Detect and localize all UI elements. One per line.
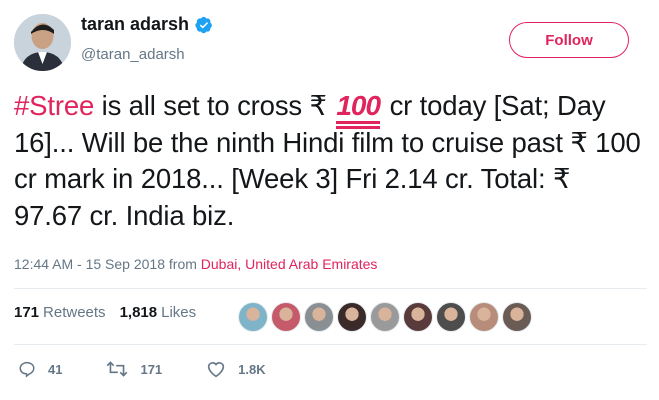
tweet-timestamp[interactable]: 12:44 AM - 15 Sep 2018 [14, 256, 165, 272]
retweet-icon [107, 361, 128, 377]
avatar-1[interactable] [238, 302, 268, 332]
liked-by-avatars [238, 302, 535, 332]
avatar-2[interactable] [271, 302, 301, 332]
retweets-label[interactable]: Retweets [43, 304, 106, 321]
author-name-row: taran adarsh [81, 14, 213, 35]
reply-icon [19, 361, 35, 378]
avatar-5[interactable] [370, 302, 400, 332]
follow-button[interactable]: Follow [509, 22, 629, 58]
tweet-meta: 12:44 AM - 15 Sep 2018 from Dubai, Unite… [14, 256, 377, 272]
likes-count[interactable]: 1,818 [120, 304, 158, 321]
tweet-actions: 41 171 1.8K [18, 360, 310, 378]
tweet-text-part-1: is all set to cross ₹ [94, 90, 335, 121]
tweet-stats: 171 Retweets 1,818 Likes [14, 304, 196, 321]
avatar-9[interactable] [502, 302, 532, 332]
reply-count: 41 [48, 361, 63, 377]
verified-badge-icon [195, 16, 213, 34]
retweets-count[interactable]: 171 [14, 304, 39, 321]
retweet-count: 171 [140, 361, 163, 377]
avatar-6[interactable] [403, 302, 433, 332]
tweet-location-link[interactable]: Dubai, United Arab Emirates [201, 256, 378, 272]
likes-label[interactable]: Likes [161, 304, 196, 321]
author-display-name[interactable]: taran adarsh [81, 14, 189, 35]
reply-button[interactable]: 41 [18, 360, 62, 378]
avatar-8[interactable] [469, 302, 499, 332]
like-count: 1.8K [238, 361, 266, 377]
hundred-points-emoji-icon: 100 [336, 92, 381, 129]
divider [14, 344, 647, 345]
avatar-4[interactable] [337, 302, 367, 332]
avatar-7[interactable] [436, 302, 466, 332]
avatar-3[interactable] [304, 302, 334, 332]
heart-icon [207, 362, 225, 378]
hashtag-link[interactable]: #Stree [14, 90, 94, 121]
divider [14, 288, 647, 289]
retweet-button[interactable]: 171 [106, 360, 162, 378]
author-avatar[interactable] [14, 14, 71, 71]
like-button[interactable]: 1.8K [206, 360, 266, 378]
author-handle[interactable]: @taran_adarsh [81, 46, 185, 63]
tweet-text: #Stree is all set to cross ₹ 100 cr toda… [14, 88, 644, 234]
from-label: from [165, 256, 201, 272]
